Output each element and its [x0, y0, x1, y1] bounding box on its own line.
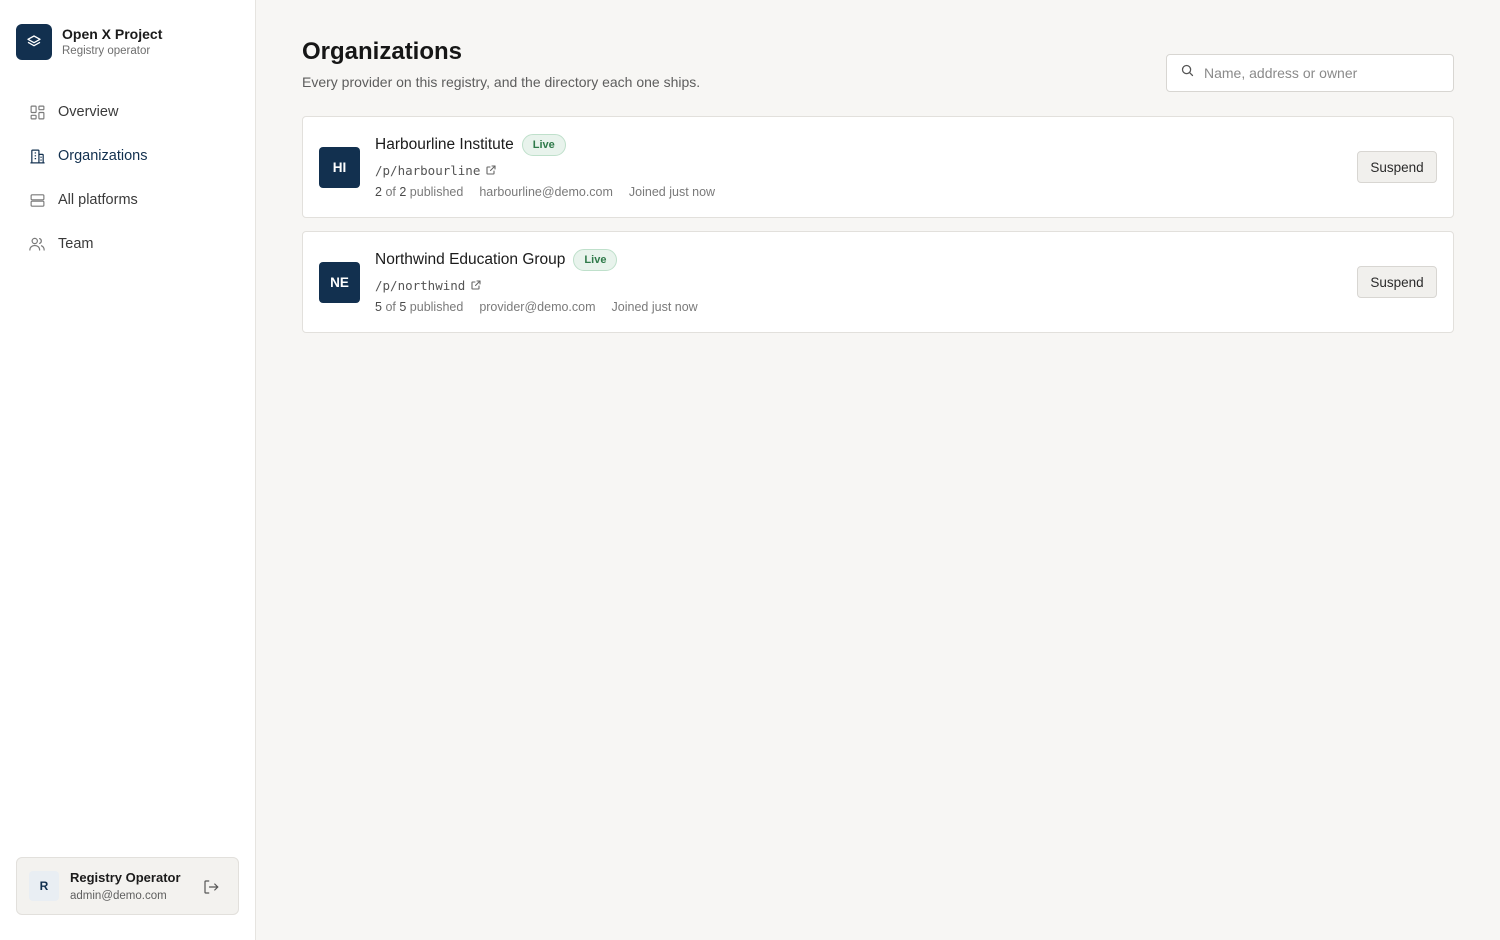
sidebar-item-label: Organizations: [58, 148, 148, 164]
external-link-icon[interactable]: [485, 164, 497, 176]
page-subtitle: Every provider on this registry, and the…: [302, 74, 701, 90]
org-avatar: HI: [319, 147, 360, 188]
sidebar: Open X Project Registry operator Overvie…: [0, 0, 256, 940]
brand-name: Open X Project: [62, 26, 163, 42]
avatar: R: [29, 871, 59, 901]
sidebar-item-organizations[interactable]: Organizations: [16, 136, 240, 176]
external-link-icon[interactable]: [470, 279, 482, 291]
status-badge: Live: [573, 249, 618, 271]
org-joined: Joined just now: [628, 185, 716, 199]
search-input[interactable]: [1204, 65, 1444, 81]
suspend-button[interactable]: Suspend: [1357, 151, 1437, 183]
organization-card: NE Northwind Education Group Live /p/nor…: [302, 231, 1454, 333]
org-joined: Joined just now: [611, 300, 698, 314]
published-count: 5 of 5 published: [375, 300, 464, 314]
logout-icon[interactable]: [202, 878, 220, 896]
search-icon: [1180, 63, 1195, 83]
user-email: admin@demo.com: [70, 889, 167, 902]
page-title: Organizations: [302, 38, 463, 65]
org-path: /p/northwind: [375, 277, 466, 293]
org-owner-email: provider@demo.com: [479, 300, 596, 314]
org-name: Northwind Education Group: [375, 251, 566, 268]
sidebar-item-label: All platforms: [58, 192, 138, 208]
building-icon: [28, 147, 46, 165]
org-name: Harbourline Institute: [375, 136, 514, 153]
published-count: 2 of 2 published: [375, 185, 464, 199]
users-icon: [28, 235, 46, 253]
org-owner-email: harbourline@demo.com: [479, 185, 613, 199]
user-name: Registry Operator: [70, 869, 181, 885]
user-card: R Registry Operator admin@demo.com: [16, 857, 239, 915]
org-avatar: NE: [319, 262, 360, 303]
layers-icon: [16, 24, 52, 60]
brand-subtitle: Registry operator: [62, 45, 151, 57]
status-badge: Live: [521, 134, 566, 156]
brand[interactable]: Open X Project Registry operator: [16, 24, 162, 60]
grid-icon: [28, 103, 46, 121]
search-box[interactable]: [1166, 54, 1454, 92]
sidebar-item-overview[interactable]: Overview: [16, 92, 240, 132]
sidebar-item-label: Team: [58, 236, 94, 252]
sidebar-item-label: Overview: [58, 104, 119, 120]
suspend-button[interactable]: Suspend: [1357, 266, 1437, 298]
server-icon: [28, 191, 46, 209]
org-path: /p/harbourline: [375, 162, 481, 178]
organization-card: HI Harbourline Institute Live /p/harbour…: [302, 116, 1454, 218]
sidebar-item-all-platforms[interactable]: All platforms: [16, 180, 240, 220]
sidebar-item-team[interactable]: Team: [16, 224, 240, 264]
sidebar-nav: Overview Organizations All platforms Tea…: [16, 92, 240, 268]
